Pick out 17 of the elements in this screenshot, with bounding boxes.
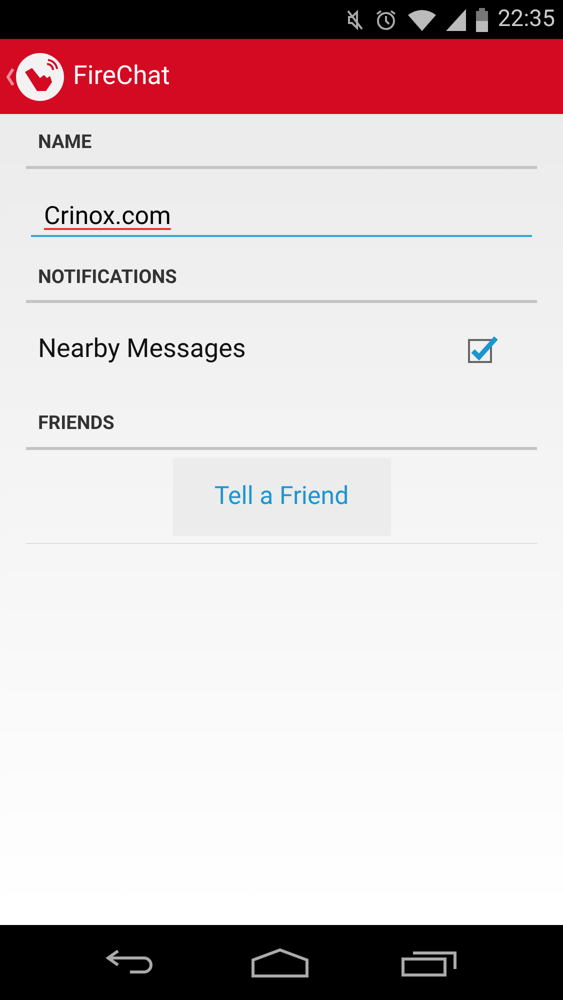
setting-label: Nearby Messages: [38, 332, 246, 366]
home-icon[interactable]: [251, 948, 310, 978]
name-field[interactable]: Crinox.com: [31, 194, 532, 236]
signal-icon: [446, 8, 466, 30]
wifi-icon: [408, 8, 436, 30]
clock-time: 22:35: [498, 4, 555, 34]
back-caret-icon: [6, 66, 14, 86]
battery-icon: [476, 8, 488, 32]
alarm-icon: [374, 8, 398, 32]
muted-icon: [346, 8, 364, 30]
app-title: FireChat: [73, 60, 170, 93]
checkbox[interactable]: [467, 334, 499, 364]
recent-apps-icon[interactable]: [401, 948, 458, 976]
section-header: NOTIFICATIONS: [26, 248, 537, 303]
app-logo-icon: [15, 52, 65, 102]
section-header: NAME: [26, 114, 537, 168]
section-header: FRIENDS: [26, 395, 537, 450]
